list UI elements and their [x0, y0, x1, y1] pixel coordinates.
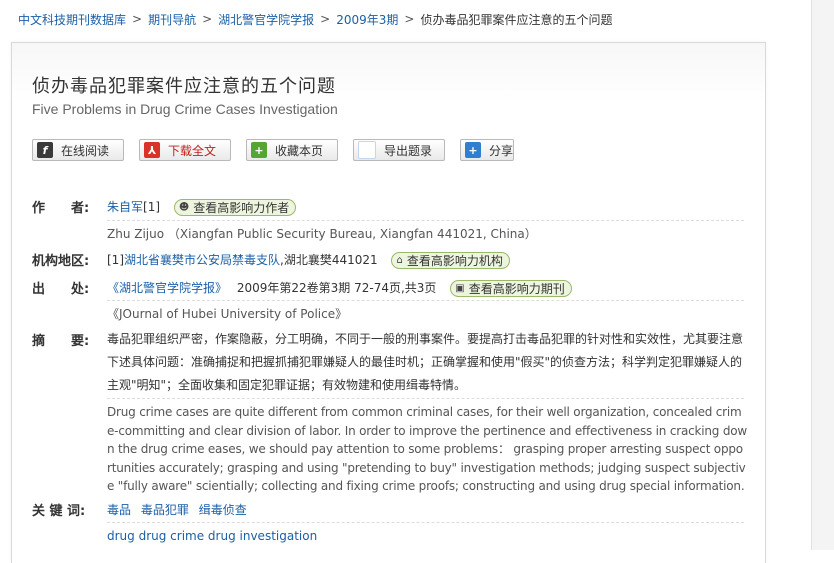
institution-value: [1]湖北省襄樊市公安局禁毒支队,湖北襄樊441021 ⌂ 查看高影响力机构 [107, 251, 510, 269]
journal-link[interactable]: 《湖北警官学院学报》 [107, 281, 227, 295]
abstract-english: Drug crime cases are quite different fro… [107, 405, 747, 493]
keywords-chinese: 毒品 毒品犯罪 缉毒侦查 [107, 501, 253, 518]
keyword-english-link[interactable]: drug drug crime drug investigation [107, 529, 317, 543]
breadcrumb-separator: > [404, 12, 415, 26]
breadcrumb-link-journal-nav[interactable]: 期刊导航 [148, 11, 196, 28]
plus-icon: + [251, 142, 267, 158]
download-fulltext-label: 下载全文 [168, 143, 217, 158]
divider [107, 522, 744, 523]
breadcrumb: 中文科技期刊数据库 > 期刊导航 > 湖北警官学院学报 > 2009年3期 > … [0, 0, 834, 38]
divider [107, 300, 744, 301]
read-online-label: 在线阅读 [61, 143, 110, 158]
article-title-english: Five Problems in Drug Crime Cases Invest… [32, 101, 338, 117]
abstract-label: 摘 要: [32, 334, 90, 349]
read-online-icon: f [37, 142, 53, 158]
export-icon: ↻ [358, 141, 376, 159]
keyword-link[interactable]: 毒品 [107, 503, 131, 517]
person-icon: ☻ [178, 202, 190, 213]
author-ref: [1] [143, 200, 161, 214]
breadcrumb-separator: > [202, 12, 213, 26]
download-fulltext-button[interactable]: ⅄ 下载全文 [139, 139, 231, 161]
read-online-button[interactable]: f 在线阅读 [32, 139, 124, 161]
breadcrumb-link-issue[interactable]: 2009年3期 [336, 11, 398, 28]
high-impact-author-button[interactable]: ☻ 查看高影响力作者 [173, 199, 297, 216]
breadcrumb-link-database[interactable]: 中文科技期刊数据库 [18, 11, 126, 28]
share-button[interactable]: + 分享 [460, 139, 514, 161]
abstract-chinese: 毒品犯罪组织严密，作案隐蔽，分工明确，不同于一般的刑事案件。要提高打击毒品犯罪的… [107, 332, 744, 392]
high-impact-journal-label: 查看高影响力期刊 [468, 282, 565, 296]
keywords-english: drug drug crime drug investigation [107, 529, 323, 543]
pdf-icon: ⅄ [144, 142, 160, 158]
breadcrumb-current: 侦办毒品犯罪案件应注意的五个问题 [420, 12, 613, 27]
favorite-page-label: 收藏本页 [275, 143, 324, 158]
favorite-page-button[interactable]: + 收藏本页 [246, 139, 338, 161]
institution-ref: [1] [107, 253, 124, 267]
institution-suffix: ,湖北襄樊441021 [280, 253, 378, 267]
author-english: Zhu Zijuo （Xiangfan Public Security Bure… [107, 227, 537, 241]
share-icon: + [465, 142, 481, 158]
home-icon: ⌂ [396, 255, 403, 266]
source-value: 《湖北警官学院学报》 2009年第22卷第3期 72-74页,共3页 ▣ 查看高影… [107, 279, 572, 297]
breadcrumb-link-journal[interactable]: 湖北警官学院学报 [218, 11, 314, 28]
author-value: 朱自军[1] ☻ 查看高影响力作者 [107, 198, 297, 216]
journal-english: 《JOurnal of Hubei University of Police》 [107, 307, 348, 321]
share-label: 分享 [488, 143, 513, 158]
breadcrumb-separator: > [320, 12, 331, 26]
high-impact-institution-button[interactable]: ⌂ 查看高影响力机构 [391, 252, 510, 269]
journal-icon: ▣ [455, 283, 465, 294]
export-citation-button[interactable]: ↻ 导出题录 [353, 139, 445, 161]
high-impact-author-label: 查看高影响力作者 [193, 201, 290, 215]
keywords-label: 关 键 词: [32, 504, 86, 519]
divider [107, 220, 744, 221]
source-detail: 2009年第22卷第3期 72-74页,共3页 [236, 281, 437, 295]
high-impact-journal-button[interactable]: ▣ 查看高影响力期刊 [450, 280, 572, 297]
export-citation-label: 导出题录 [384, 143, 433, 158]
article-title: 侦办毒品犯罪案件应注意的五个问题 [32, 76, 336, 97]
source-label: 出 处: [32, 282, 90, 297]
author-link[interactable]: 朱自军 [107, 200, 143, 214]
breadcrumb-separator: > [132, 12, 143, 26]
divider [107, 398, 744, 399]
keyword-link[interactable]: 缉毒侦查 [199, 503, 247, 517]
institution-link[interactable]: 湖北省襄樊市公安局禁毒支队 [124, 253, 280, 267]
author-label: 作 者: [32, 201, 90, 216]
high-impact-institution-label: 查看高影响力机构 [406, 254, 503, 268]
institution-label: 机构地区: [32, 254, 90, 269]
page-right-gutter [811, 0, 834, 550]
keyword-link[interactable]: 毒品犯罪 [141, 503, 189, 517]
